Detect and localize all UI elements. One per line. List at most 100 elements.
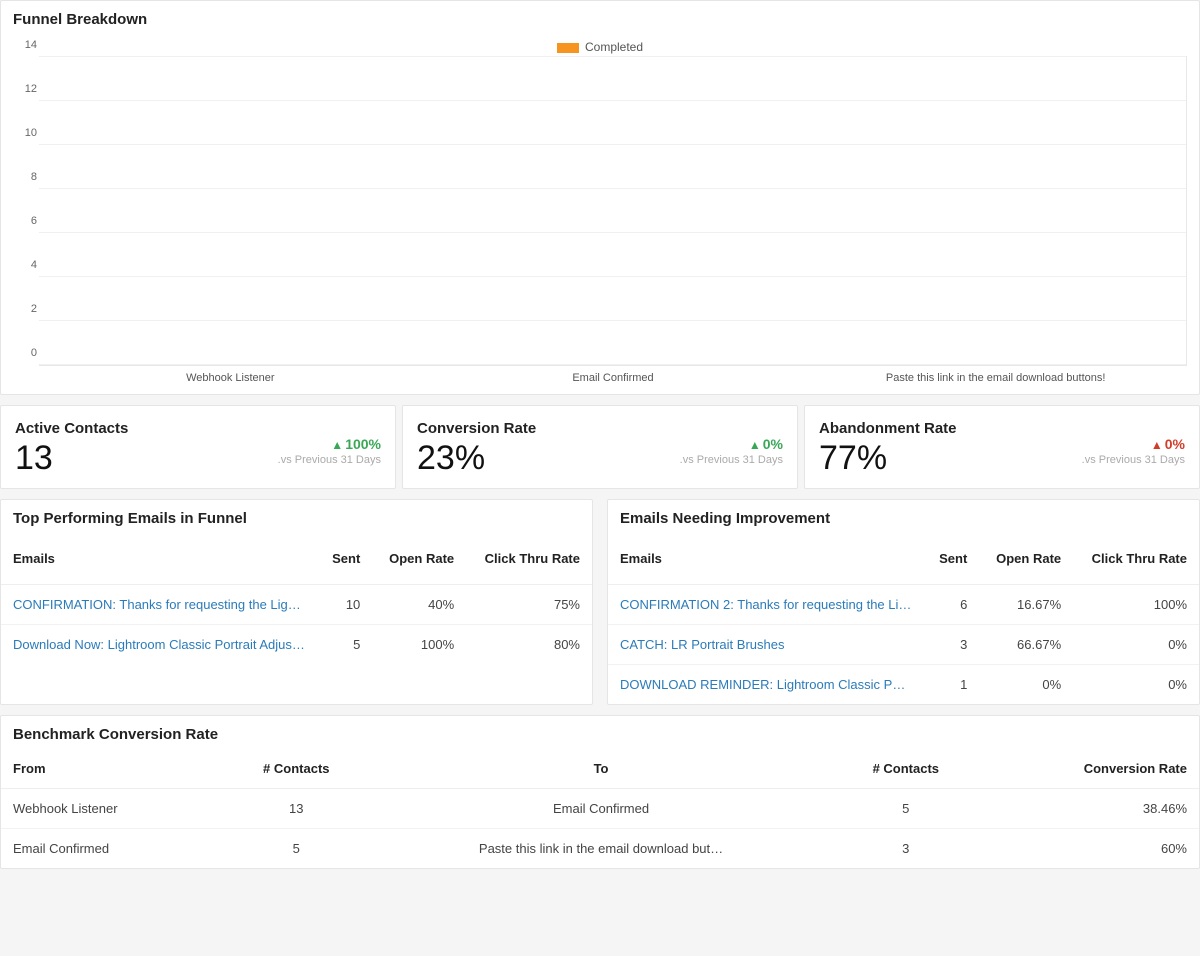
benchmark-title: Benchmark Conversion Rate [1, 716, 1199, 749]
chart-plot-area: 02468101214 [39, 56, 1187, 366]
y-axis: 02468101214 [15, 57, 37, 365]
improve-emails-title: Emails Needing Improvement [608, 500, 1199, 533]
top-emails-panel: Top Performing Emails in Funnel Emails S… [0, 499, 593, 705]
email-name-link[interactable]: CONFIRMATION: Thanks for requesting the … [1, 585, 317, 625]
col-from: From [1, 749, 219, 789]
cell-open-rate: 100% [372, 625, 466, 665]
email-name-link[interactable]: CONFIRMATION 2: Thanks for requesting th… [608, 585, 924, 625]
delta-sub: .vs Previous 31 Days [1082, 454, 1185, 466]
col-to-contacts: # Contacts [829, 749, 983, 789]
stat-delta: ▲0% .vs Previous 31 Days [680, 436, 783, 466]
x-axis-labels: Webhook ListenerEmail ConfirmedPaste thi… [39, 366, 1187, 384]
col-from-contacts: # Contacts [219, 749, 373, 789]
col-to: To [373, 749, 829, 789]
y-tick: 12 [25, 83, 37, 95]
x-label: Email Confirmed [422, 372, 805, 384]
x-label: Webhook Listener [39, 372, 422, 384]
legend-swatch-completed [557, 43, 579, 53]
y-tick: 8 [31, 171, 37, 183]
cell-from: Webhook Listener [1, 789, 219, 829]
y-tick: 2 [31, 303, 37, 315]
y-tick: 14 [25, 39, 37, 51]
cell-conv-rate: 60% [983, 829, 1199, 869]
trend-arrow-icon: ▲ [331, 438, 343, 452]
y-tick: 6 [31, 215, 37, 227]
trend-arrow-icon: ▲ [749, 438, 761, 452]
table-row: Email Confirmed5Paste this link in the e… [1, 829, 1199, 869]
benchmark-panel: Benchmark Conversion Rate From # Contact… [0, 715, 1200, 869]
cell-conv-rate: 38.46% [983, 789, 1199, 829]
col-emails: Emails [608, 533, 924, 585]
cell-to: Paste this link in the email download bu… [373, 829, 829, 869]
stat-delta: ▲0% .vs Previous 31 Days [1082, 436, 1185, 466]
email-tables-row: Top Performing Emails in Funnel Emails S… [0, 499, 1200, 705]
stats-row: Active Contacts13▲100%.vs Previous 31 Da… [0, 405, 1200, 489]
cell-ctr: 0% [1073, 665, 1199, 705]
funnel-breakdown-title: Funnel Breakdown [1, 1, 1199, 34]
table-row: Download Now: Lightroom Classic Portrait… [1, 625, 592, 665]
top-emails-title: Top Performing Emails in Funnel [1, 500, 592, 533]
stat-card: Abandonment Rate77%▲0%.vs Previous 31 Da… [804, 405, 1200, 489]
stat-card: Conversion Rate23%▲0%.vs Previous 31 Day… [402, 405, 798, 489]
delta-sub: .vs Previous 31 Days [680, 454, 783, 466]
delta-value: ▲0% [680, 436, 783, 452]
cell-from-contacts: 13 [219, 789, 373, 829]
table-row: Webhook Listener13Email Confirmed538.46% [1, 789, 1199, 829]
cell-open-rate: 16.67% [979, 585, 1073, 625]
cell-to-contacts: 3 [829, 829, 983, 869]
col-ctr: Click Thru Rate [1073, 533, 1199, 585]
cell-sent: 10 [317, 585, 372, 625]
y-tick: 10 [25, 127, 37, 139]
delta-sub: .vs Previous 31 Days [278, 454, 381, 466]
cell-open-rate: 40% [372, 585, 466, 625]
y-tick: 0 [31, 347, 37, 359]
grid-line [39, 100, 1186, 101]
col-ctr: Click Thru Rate [466, 533, 592, 585]
bars-area [39, 57, 1186, 365]
grid-line [39, 232, 1186, 233]
improve-emails-panel: Emails Needing Improvement Emails Sent O… [607, 499, 1200, 705]
stat-label: Active Contacts [15, 420, 381, 437]
cell-from-contacts: 5 [219, 829, 373, 869]
table-row: CATCH: LR Portrait Brushes366.67%0% [608, 625, 1199, 665]
funnel-chart: Completed 02468101214 Webhook ListenerEm… [1, 34, 1199, 394]
grid-line [39, 144, 1186, 145]
y-tick: 4 [31, 259, 37, 271]
cell-to-contacts: 5 [829, 789, 983, 829]
funnel-breakdown-panel: Funnel Breakdown Completed 02468101214 W… [0, 0, 1200, 395]
cell-sent: 1 [924, 665, 979, 705]
stat-delta: ▲100%.vs Previous 31 Days [278, 436, 381, 466]
col-emails: Emails [1, 533, 317, 585]
improve-emails-table: Emails Sent Open Rate Click Thru Rate CO… [608, 533, 1199, 704]
top-emails-table: Emails Sent Open Rate Click Thru Rate CO… [1, 533, 592, 664]
benchmark-table: From # Contacts To # Contacts Conversion… [1, 749, 1199, 868]
cell-sent: 6 [924, 585, 979, 625]
col-open-rate: Open Rate [372, 533, 466, 585]
legend-label: Completed [585, 40, 643, 54]
cell-ctr: 75% [466, 585, 592, 625]
stat-label: Conversion Rate [417, 420, 783, 437]
table-row: DOWNLOAD REMINDER: Lightroom Classic Por… [608, 665, 1199, 705]
cell-open-rate: 66.67% [979, 625, 1073, 665]
table-row: CONFIRMATION 2: Thanks for requesting th… [608, 585, 1199, 625]
col-open-rate: Open Rate [979, 533, 1073, 585]
col-conv-rate: Conversion Rate [983, 749, 1199, 789]
email-name-link[interactable]: DOWNLOAD REMINDER: Lightroom Classic Por… [608, 665, 924, 705]
delta-value: ▲0% [1082, 436, 1185, 452]
cell-ctr: 0% [1073, 625, 1199, 665]
cell-ctr: 80% [466, 625, 592, 665]
grid-line [39, 364, 1186, 365]
chart-legend: Completed [13, 34, 1187, 56]
col-sent: Sent [317, 533, 372, 585]
grid-line [39, 56, 1186, 57]
table-row: CONFIRMATION: Thanks for requesting the … [1, 585, 592, 625]
email-name-link[interactable]: CATCH: LR Portrait Brushes [608, 625, 924, 665]
cell-sent: 5 [317, 625, 372, 665]
trend-arrow-icon: ▲ [1151, 438, 1163, 452]
x-label: Paste this link in the email download bu… [804, 372, 1187, 384]
cell-sent: 3 [924, 625, 979, 665]
stat-card: Active Contacts13▲100%.vs Previous 31 Da… [0, 405, 396, 489]
email-name-link[interactable]: Download Now: Lightroom Classic Portrait… [1, 625, 317, 665]
grid-line [39, 188, 1186, 189]
cell-from: Email Confirmed [1, 829, 219, 869]
